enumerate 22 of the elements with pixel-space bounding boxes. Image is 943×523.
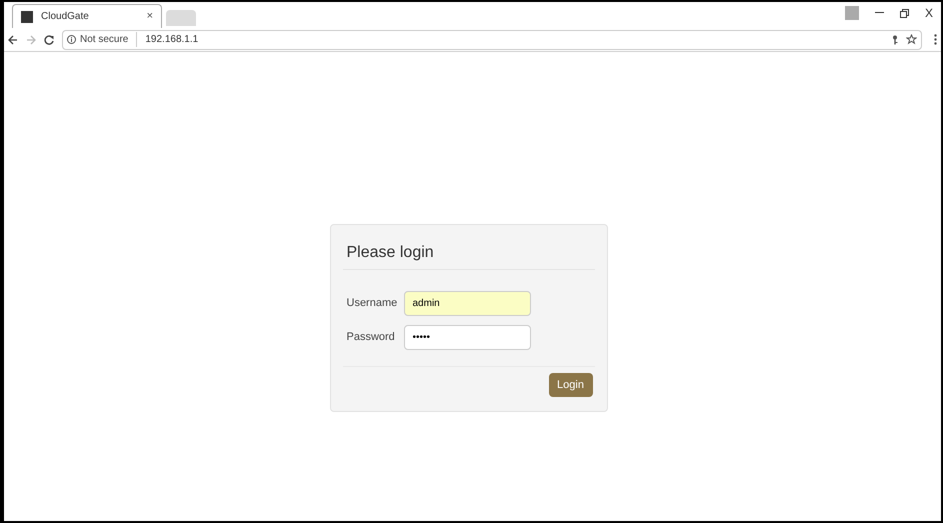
tab-close-button[interactable]: × — [146, 8, 153, 25]
url-text: 192.168.1.1 — [144, 33, 200, 47]
star-icon[interactable] — [906, 34, 917, 45]
tab-title: CloudGate — [41, 10, 90, 24]
restore-icon[interactable] — [900, 8, 909, 18]
menu-icon[interactable] — [934, 34, 937, 45]
field-label: Username — [346, 296, 398, 312]
info-icon[interactable] — [67, 35, 76, 44]
minimize-icon[interactable] — [874, 12, 884, 14]
back-icon[interactable] — [8, 34, 18, 44]
close-button[interactable]: X — [924, 4, 933, 22]
browser-tab[interactable]: CloudGate × — [12, 4, 162, 28]
key-icon[interactable] — [892, 34, 898, 44]
security-label: Not secure — [80, 32, 138, 47]
favicon-icon — [21, 10, 33, 22]
panel-title: Please login — [342, 241, 594, 270]
input-field[interactable]: admin — [404, 291, 530, 316]
reload-icon[interactable] — [44, 34, 54, 44]
field-label: Password — [346, 330, 396, 346]
input-field[interactable]: ••••• — [404, 325, 530, 350]
address-bar[interactable]: Not secure 192.168.1.1 — [62, 30, 922, 50]
login-button[interactable]: Login — [548, 373, 592, 397]
